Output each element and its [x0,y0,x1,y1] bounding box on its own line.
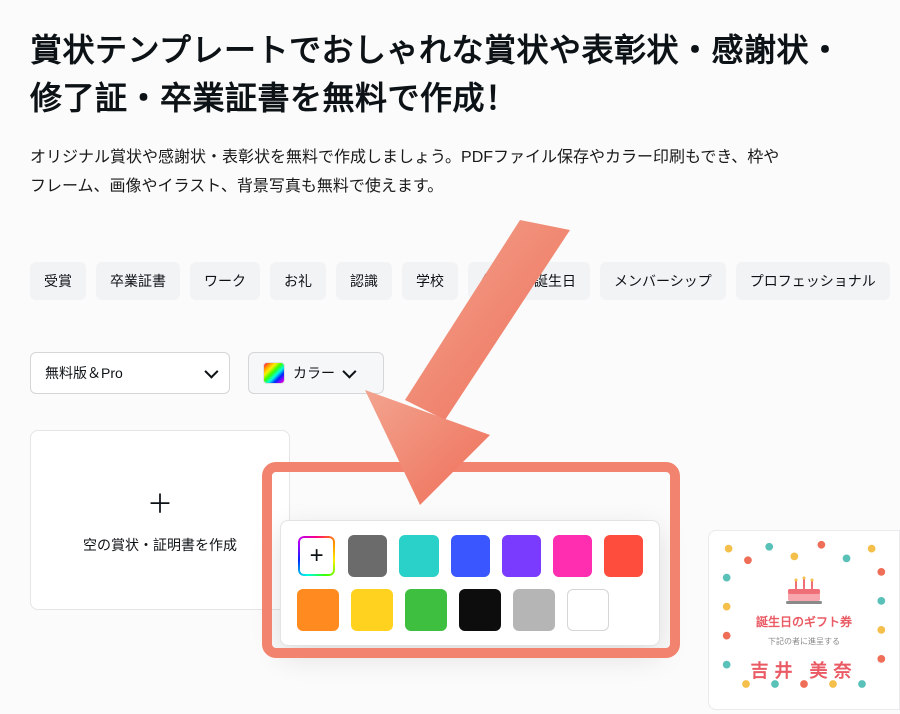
plan-filter-dropdown[interactable]: 無料版＆Pro [30,352,230,394]
color-swatch-magenta[interactable] [553,535,592,577]
template-birthday-gift[interactable]: 誕生日のギフト券 下記の者に進呈する 吉井 美奈 [708,530,900,710]
chevron-down-icon [204,364,218,378]
tag-birthday[interactable]: 誕生日 [520,262,590,300]
color-swatch-black[interactable] [459,589,501,631]
tag-thanks[interactable]: お礼 [270,262,326,300]
color-row-1 [297,535,643,577]
tag-school[interactable]: 学校 [402,262,458,300]
color-swatch-yellow[interactable] [351,589,393,631]
page-subtitle: オリジナル賞状や感謝状・表彰状を無料で作成しましょう。PDFファイル保存やカラー… [30,144,790,202]
color-swatch-green[interactable] [405,589,447,631]
filters-row: 無料版＆Pro カラー [30,352,870,394]
tag-membership[interactable]: メンバーシップ [600,262,726,300]
color-row-2 [297,589,643,631]
add-color-swatch[interactable] [297,535,336,577]
tag-paper[interactable]: 紙 [468,262,510,300]
tag-recognition[interactable]: 認識 [336,262,392,300]
color-swatch-silver[interactable] [513,589,555,631]
color-swatch-purple[interactable] [502,535,541,577]
color-picker-popover [280,520,660,646]
page-title: 賞状テンプレートでおしゃれな賞状や表彰状・感謝状・修了証・卒業証書を無料で作成！ [30,26,870,122]
tag-work[interactable]: ワーク [190,262,260,300]
category-tags: 受賞 卒業証書 ワーク お礼 認識 学校 紙 誕生日 メンバーシップ プロフェッ… [30,262,870,300]
cake-icon [784,575,824,605]
blank-template-label: 空の賞状・証明書を作成 [83,535,237,555]
plus-icon: ＋ [147,484,173,521]
blank-template-card[interactable]: ＋ 空の賞状・証明書を作成 [30,430,290,610]
color-swatch-red[interactable] [604,535,643,577]
color-swatch-orange[interactable] [297,589,339,631]
color-filter-dropdown[interactable]: カラー [248,352,384,394]
plan-filter-label: 無料版＆Pro [45,363,123,383]
tag-award[interactable]: 受賞 [30,262,86,300]
gift-card-subtitle: 下記の者に進呈する [719,636,889,647]
tag-graduation[interactable]: 卒業証書 [96,262,180,300]
gift-card-name: 吉井 美奈 [719,657,889,683]
tag-professional[interactable]: プロフェッショナル [736,262,890,300]
color-swatch-teal[interactable] [399,535,438,577]
color-filter-label: カラー [293,363,335,383]
color-swatch-white[interactable] [567,589,609,631]
color-swatch-blue[interactable] [451,535,490,577]
color-spectrum-icon [263,362,285,384]
color-swatch-gray[interactable] [348,535,387,577]
gift-card-title: 誕生日のギフト券 [719,613,889,630]
chevron-down-icon [342,364,356,378]
